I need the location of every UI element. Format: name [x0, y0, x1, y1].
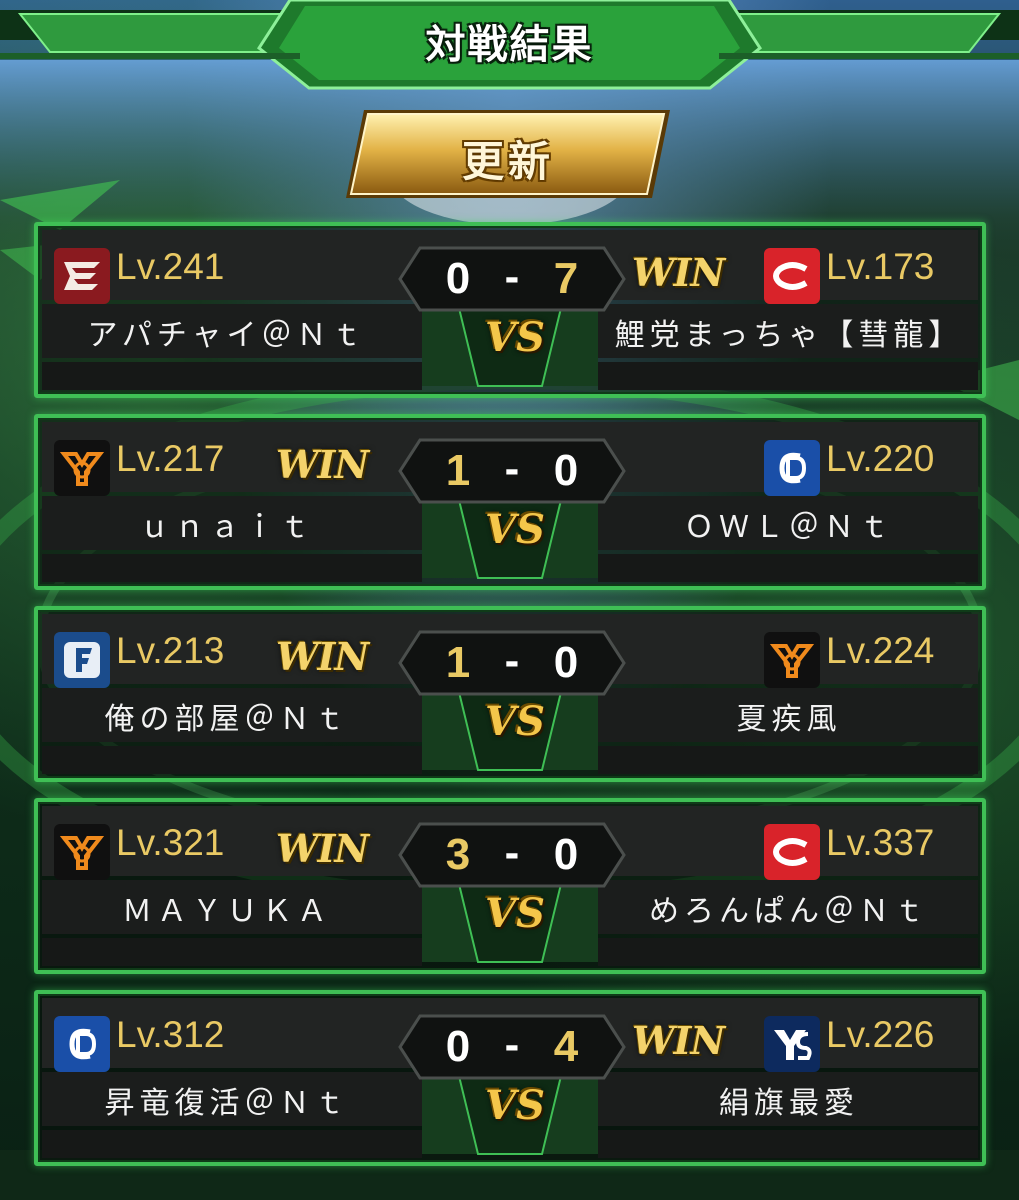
right-player-name[interactable]: ＯＷＬ＠Ｎｔ — [604, 502, 974, 546]
left-player-name[interactable]: アパチャイ＠Ｎｔ — [42, 310, 412, 354]
score-dash: - — [504, 444, 520, 493]
dragons-cd-icon — [54, 1016, 110, 1072]
left-win-badge: WIN — [276, 634, 369, 679]
left-score: 3 — [445, 830, 471, 879]
left-player-name[interactable]: ｕｎａｉｔ — [42, 502, 412, 546]
vs-label: VS — [485, 890, 545, 937]
match-row[interactable]: 0-4 VS Lv.312 昇竜復活＠Ｎｔ Lv.226 絹旗最愛 WIN — [34, 990, 986, 1166]
match-row[interactable]: 1-0 VS Lv.217 ｕｎａｉｔ WIN Lv.220 ＯＷＬ＠Ｎｔ — [34, 414, 986, 590]
right-player-level: Lv.226 — [826, 1014, 935, 1055]
refresh-button-label: 更新 — [461, 137, 554, 186]
right-score: 0 — [553, 830, 579, 879]
right-score: 7 — [553, 254, 579, 303]
left-score: 1 — [445, 638, 471, 687]
score-box: 1-0 — [398, 630, 626, 696]
left-score: 1 — [445, 446, 471, 495]
right-score: 0 — [553, 638, 579, 687]
score-dash: - — [504, 636, 520, 685]
left-player-level: Lv.321 — [116, 822, 225, 863]
carp-c-icon — [764, 824, 820, 880]
left-player-level: Lv.312 — [116, 1014, 225, 1055]
score-box: 0-7 — [398, 246, 626, 312]
score-box: 0-4 — [398, 1014, 626, 1080]
right-win-badge: WIN — [632, 250, 725, 295]
right-player-level: Lv.173 — [826, 246, 935, 287]
giants-yg-icon — [54, 824, 110, 880]
right-score: 0 — [553, 446, 579, 495]
right-player-name[interactable]: めろんぱん＠Ｎｔ — [604, 886, 974, 930]
right-player-level: Lv.337 — [826, 822, 935, 863]
left-score: 0 — [445, 254, 471, 303]
vs-label: VS — [485, 698, 545, 745]
dragons-cd-icon — [764, 440, 820, 496]
left-score: 0 — [445, 1022, 471, 1071]
right-player-level: Lv.220 — [826, 438, 935, 479]
left-player-name[interactable]: 昇竜復活＠Ｎｔ — [42, 1078, 412, 1122]
left-player-level: Lv.217 — [116, 438, 225, 479]
left-player-name[interactable]: 俺の部屋＠Ｎｔ — [42, 694, 412, 738]
match-row[interactable]: 0-7 VS Lv.241 アパチャイ＠Ｎｔ Lv.173 鯉党まっちゃ【彗龍】 WIN — [34, 222, 986, 398]
score-dash: - — [504, 828, 520, 877]
carp-c-icon — [764, 248, 820, 304]
right-score: 4 — [553, 1022, 579, 1071]
vs-label: VS — [485, 1082, 545, 1129]
vs-label: VS — [485, 506, 545, 553]
left-player-name[interactable]: ＭＡＹＵＫＡ — [42, 886, 412, 930]
score-box: 3-0 — [398, 822, 626, 888]
refresh-button[interactable]: 更新 — [344, 106, 672, 202]
score-box: 1-0 — [398, 438, 626, 504]
left-player-level: Lv.241 — [116, 246, 225, 287]
right-player-level: Lv.224 — [826, 630, 935, 671]
right-player-name[interactable]: 絹旗最愛 — [604, 1078, 974, 1122]
eagles-e-icon — [54, 248, 110, 304]
score-dash: - — [504, 252, 520, 301]
right-player-name[interactable]: 夏疾風 — [604, 694, 974, 738]
left-win-badge: WIN — [276, 826, 369, 871]
swallows-ys-icon — [764, 1016, 820, 1072]
fighters-f-icon — [54, 632, 110, 688]
header-bar: 対戦結果 — [0, 0, 1019, 92]
giants-yg-icon — [54, 440, 110, 496]
vs-label: VS — [485, 314, 545, 361]
left-player-level: Lv.213 — [116, 630, 225, 671]
right-player-name[interactable]: 鯉党まっちゃ【彗龍】 — [604, 310, 974, 354]
left-win-badge: WIN — [276, 442, 369, 487]
right-win-badge: WIN — [632, 1018, 725, 1063]
match-row[interactable]: 1-0 VS Lv.213 俺の部屋＠Ｎｔ WIN Lv.224 夏疾風 — [34, 606, 986, 782]
page-title: 対戦結果 — [425, 22, 594, 68]
giants-yg-icon — [764, 632, 820, 688]
match-row[interactable]: 3-0 VS Lv.321 ＭＡＹＵＫＡ WIN Lv.337 めろんぱん＠Ｎｔ — [34, 798, 986, 974]
score-dash: - — [504, 1020, 520, 1069]
